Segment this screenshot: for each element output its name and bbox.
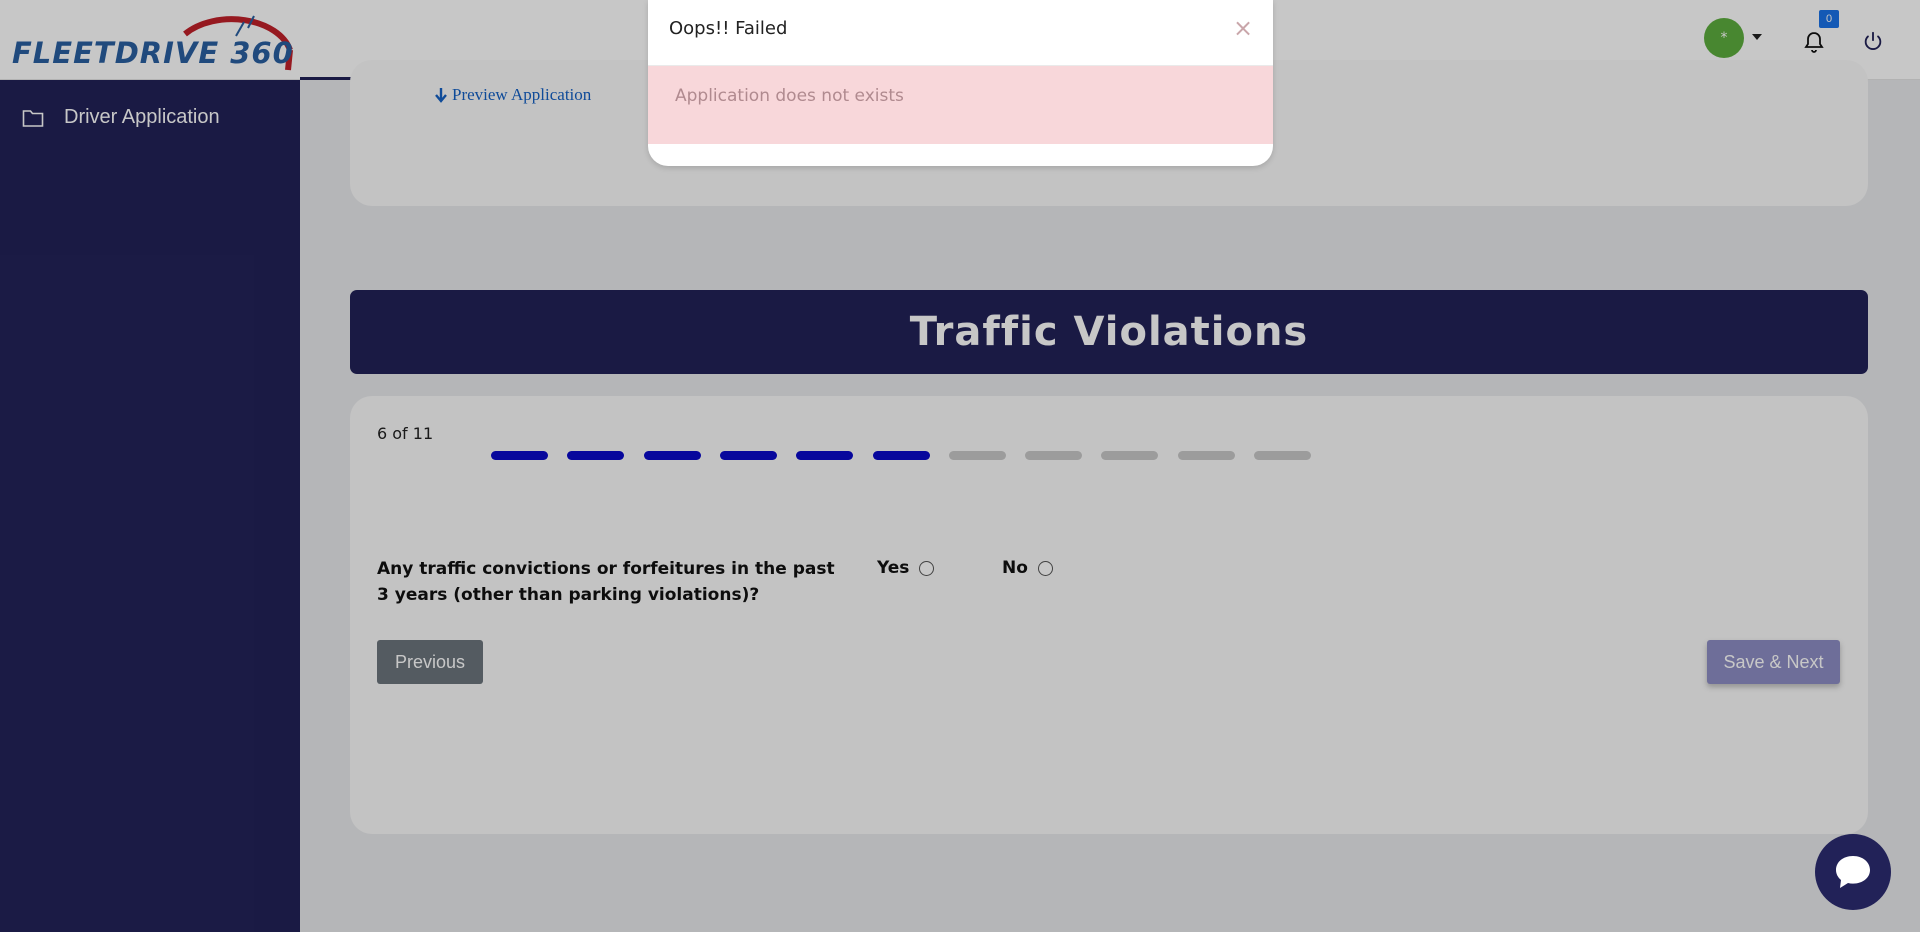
chat-bubble-icon [1836,856,1870,888]
modal-message: Application does not exists [675,86,904,106]
close-icon[interactable]: × [1233,14,1253,42]
error-modal: Oops!! Failed × Application does not exi… [648,0,1273,166]
chat-launcher-button[interactable] [1815,834,1891,910]
modal-title: Oops!! Failed [669,18,788,39]
modal-alert: Application does not exists [648,66,1273,144]
modal-header: Oops!! Failed × [648,0,1273,66]
